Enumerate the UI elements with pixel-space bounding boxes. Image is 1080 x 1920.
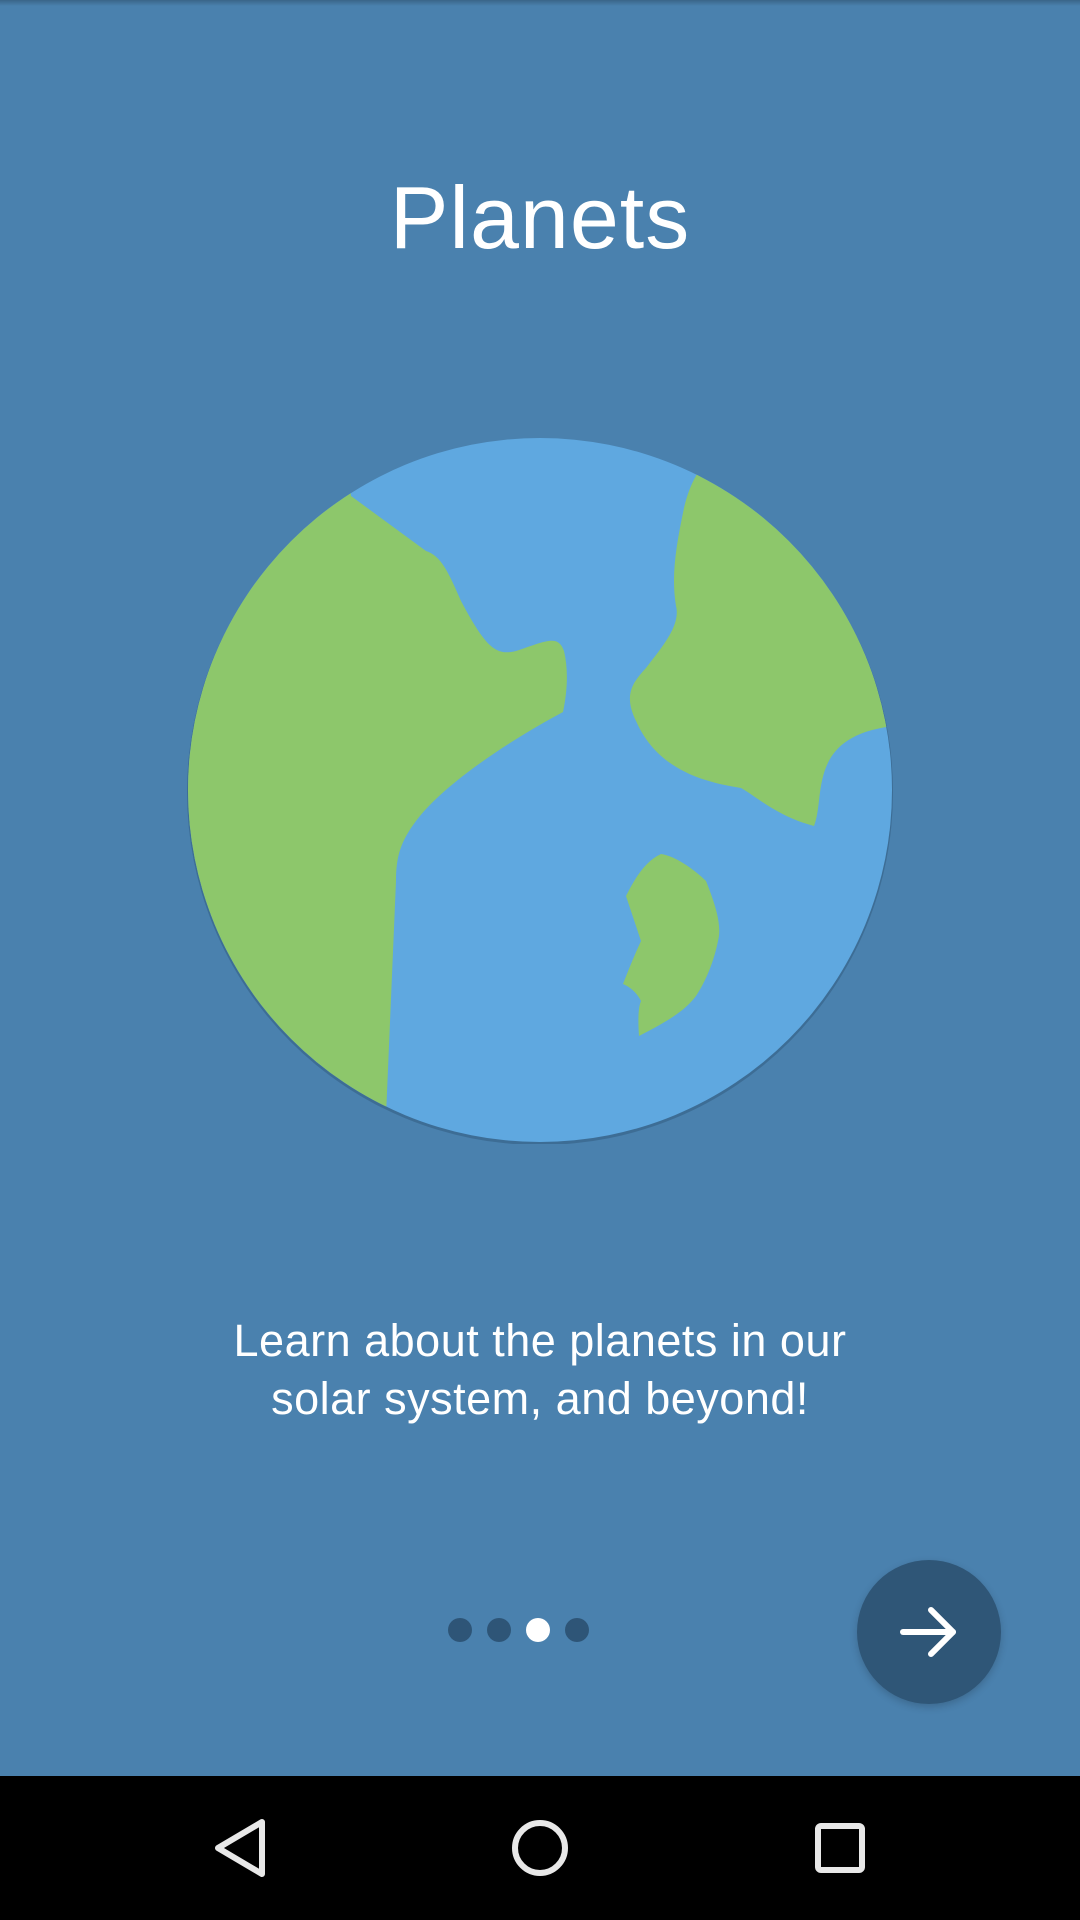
home-button[interactable] xyxy=(468,1776,612,1920)
recents-square-icon xyxy=(815,1823,865,1873)
onboarding-screen: Planets Learn about the planets in our s… xyxy=(0,0,1080,1920)
onboarding-description: Learn about the planets in our solar sys… xyxy=(140,1312,940,1428)
globe-illustration xyxy=(186,436,894,1144)
arrow-right-icon xyxy=(900,1607,956,1657)
system-navigation-bar xyxy=(0,1776,1080,1920)
page-indicator-dot-3-active[interactable] xyxy=(526,1618,550,1642)
page-title: Planets xyxy=(389,168,691,267)
next-button[interactable] xyxy=(857,1560,1001,1704)
recents-button[interactable] xyxy=(768,1776,912,1920)
page-indicator-dot-1[interactable] xyxy=(448,1618,472,1642)
page-indicator xyxy=(448,1617,589,1643)
status-bar-shadow xyxy=(0,0,1080,6)
back-triangle-icon xyxy=(215,1819,265,1877)
description-line-2: solar system, and beyond! xyxy=(271,1373,809,1424)
back-button[interactable] xyxy=(168,1776,312,1920)
home-circle-icon xyxy=(512,1820,568,1876)
page-indicator-dot-4[interactable] xyxy=(565,1618,589,1642)
page-indicator-dot-2[interactable] xyxy=(487,1618,511,1642)
description-line-1: Learn about the planets in our xyxy=(233,1315,847,1366)
